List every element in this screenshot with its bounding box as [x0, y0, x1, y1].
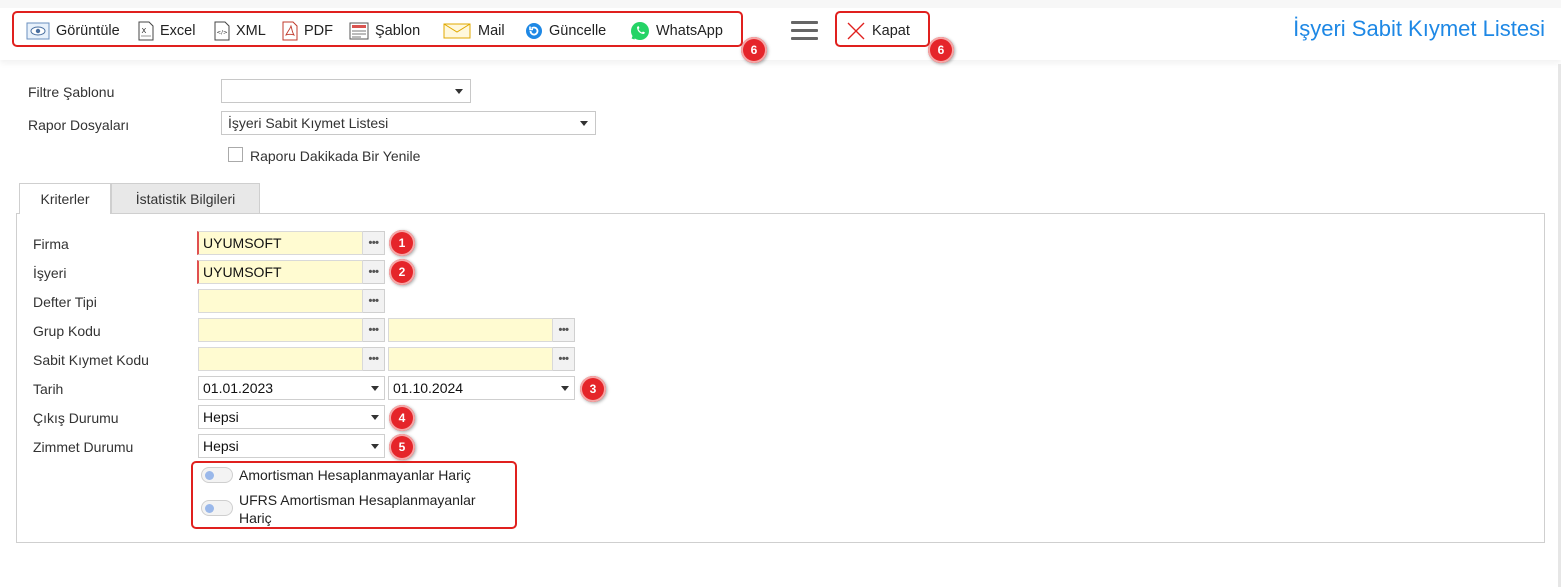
defter-tipi-lookup-button[interactable]: •••: [363, 289, 385, 313]
filter-template-label: Filtre Şablonu: [28, 84, 115, 100]
annotation-badge-6b: 6: [928, 37, 954, 63]
zimmet-durumu-label: Zimmet Durumu: [33, 439, 134, 455]
annotation-badge-1: 1: [389, 230, 415, 256]
firma-lookup-button[interactable]: •••: [363, 231, 385, 255]
tab-kriterler-label: Kriterler: [40, 191, 90, 207]
cikis-durumu-value: Hepsi: [203, 409, 239, 425]
isyeri-field[interactable]: UYUMSOFT: [197, 260, 363, 284]
auto-refresh-checkbox[interactable]: [228, 147, 243, 162]
chevron-down-icon: [371, 444, 379, 449]
chevron-down-icon: [580, 121, 588, 126]
chevron-down-icon: [455, 89, 463, 94]
zimmet-durumu-select[interactable]: Hepsi: [198, 434, 385, 458]
auto-refresh-label: Raporu Dakikada Bir Yenile: [250, 148, 421, 164]
grup-kodu-from-field[interactable]: [198, 318, 363, 342]
toolbar-top-band: [0, 0, 1561, 8]
grup-kodu-from-lookup-button[interactable]: •••: [363, 318, 385, 342]
annotation-badge-5: 5: [389, 434, 415, 460]
hamburger-icon: [791, 21, 818, 24]
chevron-down-icon: [371, 415, 379, 420]
tarih-from-picker[interactable]: 01.01.2023: [198, 376, 385, 400]
report-files-value: İşyeri Sabit Kıymet Listesi: [228, 115, 389, 131]
report-files-label: Rapor Dosyaları: [28, 117, 130, 133]
exclude-ufrs-no-depreciation-label: UFRS Amortisman Hesaplanmayanlar Hariç: [239, 492, 476, 526]
isyeri-lookup-button[interactable]: •••: [363, 260, 385, 284]
chevron-down-icon: [561, 386, 569, 391]
defter-tipi-label: Defter Tipi: [33, 294, 97, 310]
annotation-badge-2: 2: [389, 259, 415, 285]
zimmet-durumu-value: Hepsi: [203, 438, 239, 454]
close-highlight-box: [835, 11, 930, 47]
cikis-durumu-select[interactable]: Hepsi: [198, 405, 385, 429]
firma-value: UYUMSOFT: [203, 235, 282, 251]
grup-kodu-label: Grup Kodu: [33, 323, 101, 339]
annotation-badge-4: 4: [389, 405, 415, 431]
filter-template-select[interactable]: [221, 79, 471, 103]
tab-statistics[interactable]: İstatistik Bilgileri: [111, 183, 260, 213]
annotation-badge-6a: 6: [741, 37, 767, 63]
report-files-select[interactable]: İşyeri Sabit Kıymet Listesi: [221, 111, 596, 135]
tarih-from-value: 01.01.2023: [203, 380, 274, 396]
isyeri-value: UYUMSOFT: [203, 264, 282, 280]
tarih-label: Tarih: [33, 381, 64, 397]
firma-field[interactable]: UYUMSOFT: [197, 231, 363, 255]
tarih-to-picker[interactable]: 01.10.2024: [388, 376, 575, 400]
cikis-durumu-label: Çıkış Durumu: [33, 410, 119, 426]
exclude-no-depreciation-toggle[interactable]: [201, 467, 233, 483]
sabit-kiymet-kodu-to-lookup-button[interactable]: •••: [553, 347, 575, 371]
exclude-no-depreciation-label: Amortisman Hesaplanmayanlar Hariç: [239, 467, 471, 483]
sabit-kiymet-kodu-from-field[interactable]: [198, 347, 363, 371]
grup-kodu-to-field[interactable]: [388, 318, 553, 342]
sabit-kiymet-kodu-label: Sabit Kıymet Kodu: [33, 352, 149, 368]
sabit-kiymet-kodu-from-lookup-button[interactable]: •••: [363, 347, 385, 371]
toolbar: Görüntüle X Excel </> XML PDF Şablon Mai…: [0, 0, 1561, 63]
toolbar-highlight-box: [12, 11, 743, 47]
annotation-badge-3: 3: [580, 376, 606, 402]
hamburger-menu-button[interactable]: [791, 21, 818, 41]
toggle-knob: [205, 471, 214, 480]
page-title: İşyeri Sabit Kıymet Listesi: [1293, 16, 1545, 41]
chevron-down-icon: [371, 386, 379, 391]
tarih-to-value: 01.10.2024: [393, 380, 464, 396]
tab-statistics-label: İstatistik Bilgileri: [135, 190, 236, 207]
isyeri-label: İşyeri: [33, 265, 67, 281]
defter-tipi-field[interactable]: [198, 289, 363, 313]
sabit-kiymet-kodu-to-field[interactable]: [388, 347, 553, 371]
exclude-ufrs-no-depreciation-toggle[interactable]: [201, 500, 233, 516]
toggle-knob: [205, 504, 214, 513]
firma-label: Firma: [33, 236, 69, 252]
tab-kriterler[interactable]: Kriterler: [19, 183, 111, 214]
grup-kodu-to-lookup-button[interactable]: •••: [553, 318, 575, 342]
